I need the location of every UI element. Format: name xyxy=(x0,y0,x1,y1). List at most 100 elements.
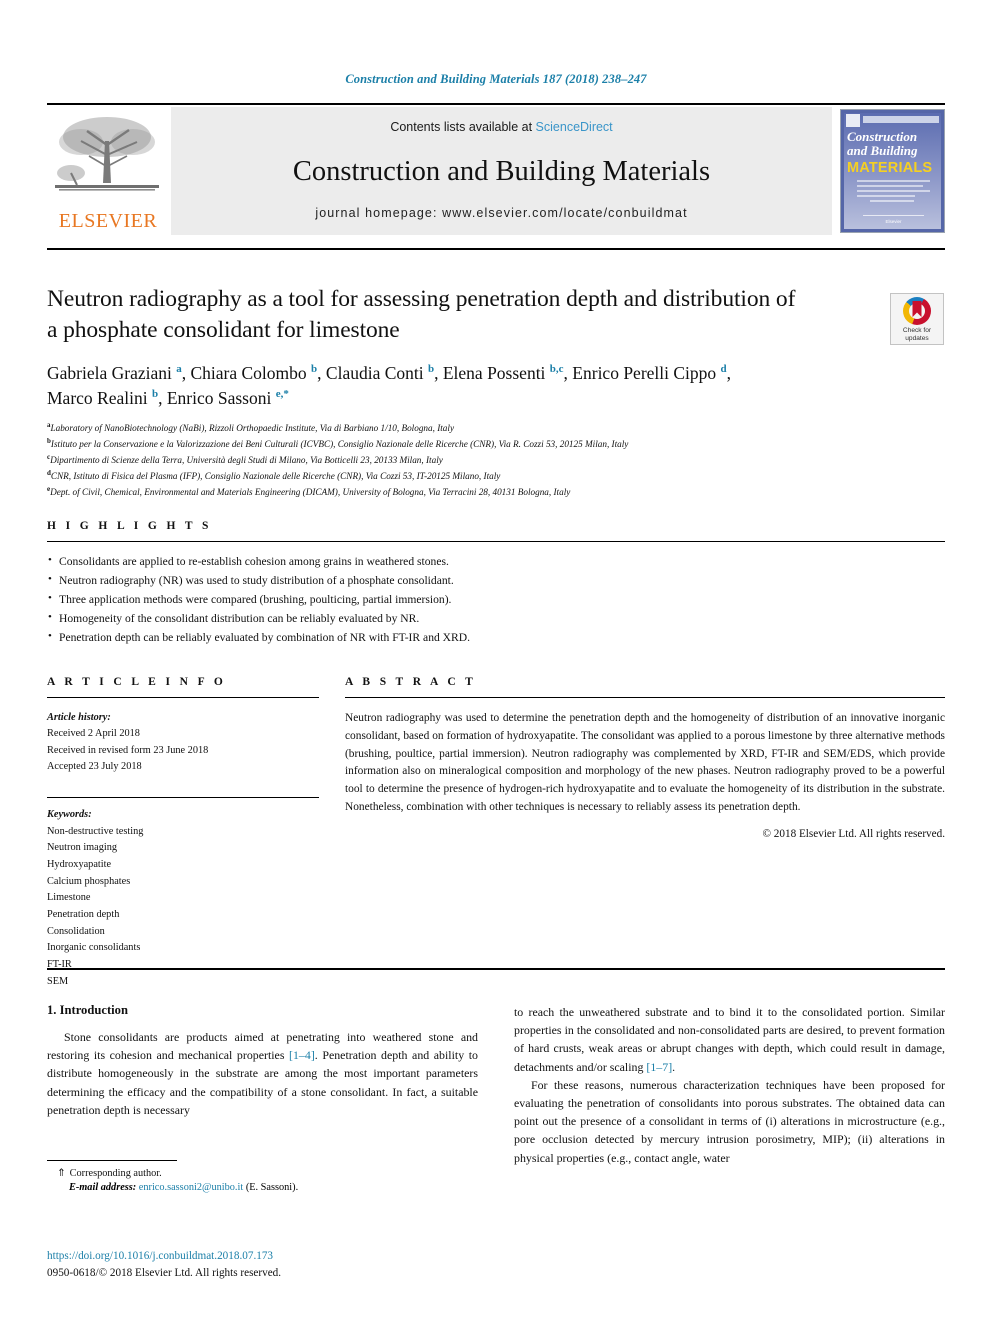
author-name: Claudia Conti xyxy=(325,363,428,384)
author-list: Gabriela Graziani a, Chiara Colombo b, C… xyxy=(47,361,877,411)
keywords-block: Keywords: Non-destructive testing Neutron… xyxy=(47,807,319,990)
keyword-item: Penetration depth xyxy=(47,909,120,921)
intro-paragraph-right-1: to reach the unweathered substrate and t… xyxy=(514,1003,945,1076)
right-text-post: . xyxy=(672,1059,676,1074)
crossmark-line2: updates xyxy=(905,335,929,343)
keyword-item: Calcium phosphates xyxy=(47,875,131,887)
elsevier-wordmark: ELSEVIER xyxy=(58,210,158,232)
page-title: Neutron radiography as a tool for assess… xyxy=(47,286,796,343)
cover-title-line1: Construction xyxy=(847,129,918,144)
crossmark-line1: Check for xyxy=(902,327,932,334)
highlights-label: H I G H L I G H T S xyxy=(47,520,212,532)
right-text-pre: to reach the unweathered substrate and t… xyxy=(514,1005,945,1074)
cover-blurb-lines xyxy=(857,180,930,205)
keyword-item: Limestone xyxy=(47,892,91,904)
email-owner: (E. Sassoni). xyxy=(245,1182,299,1194)
citation-link-1-7[interactable]: [1–7] xyxy=(646,1060,672,1074)
author-affiliation-marker: e,* xyxy=(275,388,289,401)
keywords-divider xyxy=(47,797,319,799)
highlight-item: Neutron radiography (NR) was used to stu… xyxy=(47,571,945,591)
article-history-item: Received in revised form 23 June 2018 xyxy=(47,744,209,756)
body-columns: 1. Introduction Stone consolidants are p… xyxy=(47,1003,945,1167)
crossmark-badge[interactable]: Check for updates xyxy=(890,293,944,345)
affiliation-list: aLaboratory of NanoBiotechnology (NaBi),… xyxy=(47,420,945,500)
author-line-2: Marco Realini b, Enrico Sassoni e,* xyxy=(47,387,289,408)
author-name: Elena Possenti xyxy=(442,363,550,384)
author-line-1: Gabriela Graziani a, Chiara Colombo b, C… xyxy=(47,363,732,384)
affiliation-marker: a xyxy=(47,420,51,429)
contents-prefix: Contents lists available at xyxy=(390,120,533,134)
affiliation-line: aLaboratory of NanoBiotechnology (NaBi),… xyxy=(47,420,455,433)
corresponding-author-footnote: ⇑ Corresponding author. E-mail address: e… xyxy=(47,1160,478,1193)
keywords-title: Keywords: xyxy=(47,809,92,821)
cover-footer: Elsevier xyxy=(863,215,924,224)
title-block: Neutron radiography as a tool for assess… xyxy=(47,248,945,500)
keyword-item: Consolidation xyxy=(47,925,105,937)
cover-publisher-mark xyxy=(846,114,860,127)
author-affiliation-marker: a xyxy=(176,363,182,376)
journal-masthead: ELSEVIER Contents lists available at Sci… xyxy=(47,103,945,235)
highlight-item: Three application methods were compared … xyxy=(47,590,945,610)
citation-link-1-4[interactable]: [1–4] xyxy=(289,1048,315,1062)
author-name: Enrico Sassoni xyxy=(166,387,276,408)
author-affiliation-marker: d xyxy=(720,363,727,376)
paper-page: Construction and Building Materials 187 … xyxy=(0,0,992,1323)
abstract-bottom-divider xyxy=(47,968,945,970)
email-label: E-mail address: xyxy=(69,1182,137,1194)
author-name: Enrico Perelli Cippo xyxy=(572,363,721,384)
elsevier-logo: ELSEVIER xyxy=(47,107,167,235)
keywords-list: Non-destructive testing Neutron imaging Hy… xyxy=(47,824,319,991)
elsevier-tree-icon xyxy=(55,117,159,191)
crossmark-label: Check for updates xyxy=(891,327,943,343)
author-name: Gabriela Graziani xyxy=(47,363,177,384)
abstract-label: A B S T R A C T xyxy=(345,676,477,688)
article-history: Article history: Received 2 April 2018 Re… xyxy=(47,710,319,775)
affiliation-line: cDipartimento di Scienze della Terra, Un… xyxy=(47,452,443,465)
article-history-item: Accepted 23 July 2018 xyxy=(47,760,142,772)
article-info-divider xyxy=(47,697,319,698)
body-column-left: 1. Introduction Stone consolidants are p… xyxy=(47,1003,478,1167)
affiliation-line: bIstituto per la Conservazione e la Valo… xyxy=(47,436,629,449)
masthead-center: Contents lists available at ScienceDirec… xyxy=(171,107,832,235)
affiliation-line: eDept. of Civil, Chemical, Environmental… xyxy=(47,484,571,498)
author-name: Marco Realini xyxy=(47,387,152,408)
email-link[interactable]: enrico.sassoni2@unibo.it xyxy=(139,1182,243,1193)
abstract-text: Neutron radiography was used to determin… xyxy=(345,712,945,813)
affiliation-marker: b xyxy=(47,436,51,445)
body-column-right: to reach the unweathered substrate and t… xyxy=(514,1003,945,1167)
section-heading-introduction: 1. Introduction xyxy=(47,1003,128,1017)
abstract-divider xyxy=(345,697,945,698)
keyword-item: Neutron imaging xyxy=(47,842,118,854)
corresponding-author-text: Corresponding author. xyxy=(69,1168,162,1179)
highlights-section: H I G H L I G H T S Consolidants are app… xyxy=(47,520,945,647)
article-history-title: Article history: xyxy=(47,712,111,723)
keyword-item: SEM xyxy=(47,975,69,987)
affiliation-marker: e xyxy=(47,484,51,493)
abstract-copyright: © 2018 Elsevier Ltd. All rights reserved… xyxy=(762,827,946,840)
doi-link[interactable]: https://doi.org/10.1016/j.conbuildmat.20… xyxy=(47,1248,547,1265)
affiliation-marker: d xyxy=(47,468,51,477)
keyword-item: Inorganic consolidants xyxy=(47,942,141,954)
cover-title-line2: and Building xyxy=(847,143,918,158)
highlights-list: Consolidants are applied to re-establish… xyxy=(47,542,945,647)
author-affiliation-marker: b xyxy=(427,363,435,376)
journal-title: Construction and Building Materials xyxy=(292,156,711,187)
keyword-item: Non-destructive testing xyxy=(47,825,144,837)
crossmark-icon xyxy=(903,297,931,325)
affiliation-line: dCNR, Istituto di Fisica del Plasma (IFP… xyxy=(47,468,501,481)
cover-title-line3: MATERIALS xyxy=(847,160,933,176)
info-abstract-block: A R T I C L E I N F O Article history: R… xyxy=(47,676,945,990)
author-affiliation-marker: b xyxy=(151,388,159,401)
intro-paragraph-left: Stone consolidants are products aimed at… xyxy=(47,1028,478,1119)
journal-homepage-link[interactable]: journal homepage: www.elsevier.com/locat… xyxy=(171,206,832,220)
email-line: E-mail address: enrico.sassoni2@unibo.it… xyxy=(47,1182,478,1193)
keyword-item: Hydroxyapatite xyxy=(47,859,112,871)
highlight-item: Penetration depth can be reliably evalua… xyxy=(47,628,945,648)
journal-cover-thumbnail: Construction and Building MATERIALS Else… xyxy=(840,109,945,233)
highlight-item: Homogeneity of the consolidant distribut… xyxy=(47,609,945,629)
article-history-item: Received 2 April 2018 xyxy=(47,728,140,740)
author-affiliation-marker: b,c xyxy=(549,363,564,376)
sciencedirect-link[interactable]: ScienceDirect xyxy=(536,120,613,134)
keyword-item: FT-IR xyxy=(47,959,72,971)
intro-paragraph-right-2: For these reasons, numerous characteriza… xyxy=(514,1077,945,1165)
